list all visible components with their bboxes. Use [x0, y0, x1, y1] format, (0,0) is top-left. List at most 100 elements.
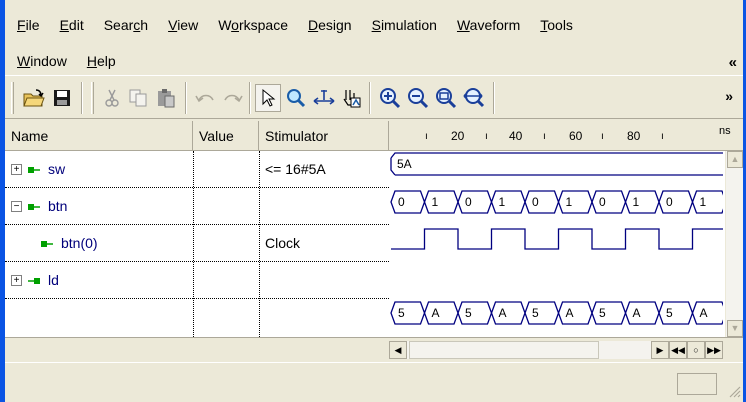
menu-window[interactable]: Window: [5, 53, 75, 69]
ruler-tick-label: 40: [509, 129, 523, 143]
menu-accelerator: W: [17, 53, 31, 69]
toolbar-overflow-chevron[interactable]: »: [725, 88, 733, 104]
ruler-tick-label: 80: [627, 129, 641, 143]
menu-workspace[interactable]: Workspace: [206, 17, 296, 33]
signal-row-btn0[interactable]: btn(0) Clock: [5, 225, 389, 262]
ruler-minor-tick: ı: [485, 131, 488, 142]
open-icon[interactable]: [21, 84, 47, 112]
menu-tools[interactable]: Tools: [528, 17, 581, 33]
scroll-left-icon[interactable]: ◀: [389, 341, 407, 359]
menu-design[interactable]: Design: [296, 17, 360, 33]
go-start-icon[interactable]: ◀◀: [669, 341, 687, 359]
zoom-fit-icon[interactable]: [433, 84, 459, 112]
wave-value-label: 1: [566, 195, 573, 209]
menu-accelerator: o: [231, 17, 239, 33]
menu-label-part: ools: [547, 17, 573, 33]
menu-search[interactable]: Search: [92, 17, 156, 33]
zoom-in-icon[interactable]: [377, 84, 403, 112]
signal-row-ld[interactable]: + ld: [5, 262, 389, 299]
horizontal-scrollbar[interactable]: ◀ ▶ ◀◀ ○ ▶▶: [389, 341, 723, 359]
paste-icon[interactable]: [153, 84, 179, 112]
scroll-up-icon[interactable]: ▲: [727, 151, 743, 168]
menu-label-part: h: [140, 17, 149, 33]
wave-value-label: 5: [599, 306, 606, 320]
ruler-tick-label: 20: [451, 129, 465, 143]
vertical-scrollbar[interactable]: ▲ ▼: [725, 151, 743, 337]
menu-label-part: Sear: [103, 17, 134, 33]
signal-row-sw[interactable]: + sw <= 16#5A: [5, 151, 389, 188]
toolbar-grip[interactable]: [11, 82, 14, 114]
signal-name: btn: [48, 198, 68, 214]
zoom-magnifier-icon[interactable]: [283, 84, 309, 112]
wave-value-label: A: [432, 306, 440, 320]
collapse-toggle-icon[interactable]: −: [11, 200, 22, 212]
bottom-bar: ◀ ▶ ◀◀ ○ ▶▶: [5, 337, 743, 361]
toolbar-separator: [249, 82, 251, 114]
undo-icon[interactable]: [193, 84, 219, 112]
scroll-right-icon[interactable]: ▶: [651, 341, 669, 359]
waveform-canvas: 5A 0101010101 5A5A5A5A5A: [390, 152, 727, 325]
column-header-value[interactable]: Value: [193, 121, 259, 151]
wave-value-label: 1: [633, 195, 640, 209]
toolbar-separator: [369, 82, 371, 114]
go-end-icon[interactable]: ▶▶: [705, 341, 723, 359]
time-ruler[interactable]: ı 20 ı 40 ı 60 ı 80 ı ns: [389, 121, 743, 151]
menu-accelerator: S: [371, 17, 381, 33]
toolbar-separator: [81, 82, 83, 114]
signal-row-btn[interactable]: − btn: [5, 188, 389, 225]
menu-simulation[interactable]: Simulation: [360, 17, 445, 33]
wave-value-label: 5: [398, 306, 405, 320]
menu-label-part: dit: [68, 17, 84, 33]
cut-icon[interactable]: [99, 84, 125, 112]
status-bar: [5, 362, 743, 402]
copy-icon[interactable]: [125, 84, 151, 112]
ruler-unit: ns: [719, 125, 731, 137]
menu-edit[interactable]: Edit: [48, 17, 92, 33]
signal-name: sw: [48, 161, 66, 177]
menu-label-part: iew: [177, 17, 199, 33]
menu-label-part: ile: [25, 17, 40, 33]
signal-stimulator[interactable]: <= 16#5A: [265, 151, 326, 187]
bus-transitions: [390, 301, 727, 325]
save-icon[interactable]: [49, 84, 75, 112]
menu-waveform[interactable]: Waveform: [445, 17, 528, 33]
wave-value-label: 0: [398, 195, 405, 209]
select-pointer-icon[interactable]: [255, 84, 281, 112]
menu-accelerator: F: [17, 17, 26, 33]
input-signal-icon: [41, 235, 53, 251]
input-signal-icon: [28, 161, 40, 177]
scroll-down-icon[interactable]: ▼: [727, 320, 743, 337]
menu-label-part: imulation: [380, 17, 437, 33]
menu-view[interactable]: View: [156, 17, 206, 33]
zoom-out-icon[interactable]: [405, 84, 431, 112]
wave-value-label: 1: [700, 195, 707, 209]
wave-value-label: A: [633, 306, 641, 320]
menu-accelerator: D: [308, 17, 319, 33]
signal-stimulator[interactable]: Clock: [265, 225, 300, 261]
toolbar: »: [5, 75, 743, 119]
resize-grip-icon[interactable]: [727, 384, 741, 398]
menu-accelerator: E: [59, 17, 69, 33]
hand-pan-icon[interactable]: [339, 84, 365, 112]
expand-toggle-icon[interactable]: +: [11, 163, 22, 175]
wave-value-label: 1: [499, 195, 506, 209]
waveform-area[interactable]: 5A 0101010101 5A5A5A5A5A: [389, 151, 727, 337]
menu-file[interactable]: File: [5, 17, 48, 33]
expand-toggle-icon[interactable]: +: [11, 274, 22, 286]
column-header-stimulator[interactable]: Stimulator: [259, 121, 389, 151]
zoom-full-icon[interactable]: [461, 84, 487, 112]
redo-icon[interactable]: [219, 84, 245, 112]
go-cursor-icon[interactable]: ○: [687, 341, 705, 359]
menu-bar: File Edit Search View Workspace Design Simulat…: [5, 0, 743, 74]
wave-value-label: 5: [465, 306, 472, 320]
scroll-thumb[interactable]: [409, 341, 599, 359]
menu-accelerator: W: [456, 17, 470, 33]
toolbar-grip[interactable]: [91, 82, 94, 114]
menu-help[interactable]: Help: [75, 53, 124, 69]
measure-icon[interactable]: [311, 84, 337, 112]
wave-value-label: 0: [599, 195, 606, 209]
menu-overflow-chevron[interactable]: «: [729, 54, 737, 71]
wave-btn0: [391, 228, 723, 250]
column-header-name[interactable]: Name: [5, 121, 193, 151]
wave-btn: 0 1 0 1 0 1 0 1 0 1: [390, 190, 727, 214]
